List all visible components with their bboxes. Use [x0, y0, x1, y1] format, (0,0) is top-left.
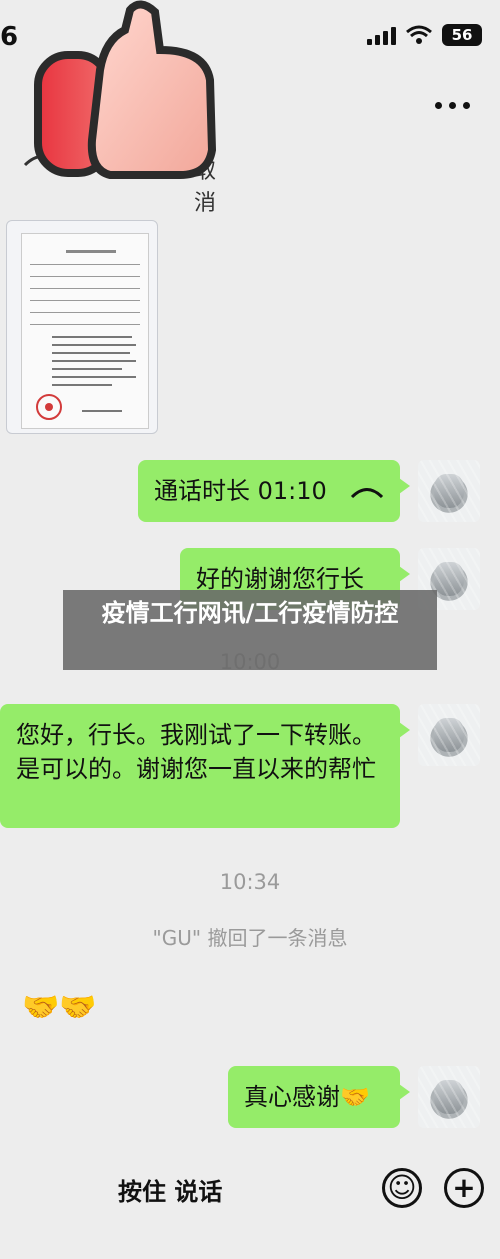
- message-bubble-call-duration[interactable]: 通话时长 01:10: [138, 460, 410, 522]
- avatar[interactable]: [418, 1066, 480, 1128]
- message-text: 真心感谢🤝: [244, 1083, 370, 1111]
- emoji-icon[interactable]: ☺: [382, 1168, 422, 1208]
- avatar[interactable]: [418, 460, 480, 522]
- avatar[interactable]: [418, 704, 480, 766]
- phone-hangup-icon: [350, 488, 384, 499]
- more-options-icon[interactable]: [435, 102, 470, 109]
- hold-to-talk-button[interactable]: 按住 说话: [118, 1172, 222, 1207]
- status-icons: 56: [367, 24, 482, 46]
- recall-notice: "GU" 撤回了一条消息: [152, 926, 348, 950]
- status-time: 6: [0, 22, 19, 52]
- document-image[interactable]: [6, 220, 158, 434]
- message-text: 通话时长 01:10: [154, 477, 327, 505]
- plus-icon[interactable]: +: [444, 1168, 484, 1208]
- thumbs-up-sticker-icon: [34, 0, 217, 179]
- input-bar: 按住 说话 ☺ +: [0, 1150, 500, 1230]
- message-bubble-transfer[interactable]: 您好，行长。我刚试了一下转账。是可以的。谢谢您一直以来的帮忙: [0, 704, 410, 828]
- wifi-icon: [406, 25, 432, 44]
- news-watermark-banner: 疫情工行网讯/工行疫情防控: [63, 590, 437, 670]
- message-bubble-sincere-thanks[interactable]: 真心感谢🤝: [228, 1066, 410, 1128]
- timestamp: 10:34: [219, 870, 281, 894]
- banner-text: 疫情工行网讯/工行疫情防控: [101, 599, 399, 627]
- battery-icon: 56: [442, 24, 482, 46]
- message-text: 您好，行长。我刚试了一下转账。是可以的。谢谢您一直以来的帮忙: [16, 721, 376, 783]
- red-seal-icon: [36, 394, 62, 420]
- message-text: 好的谢谢您行长: [196, 565, 364, 593]
- handshake-emoji-message: 🤝🤝: [22, 990, 97, 1025]
- signal-icon: [367, 25, 396, 45]
